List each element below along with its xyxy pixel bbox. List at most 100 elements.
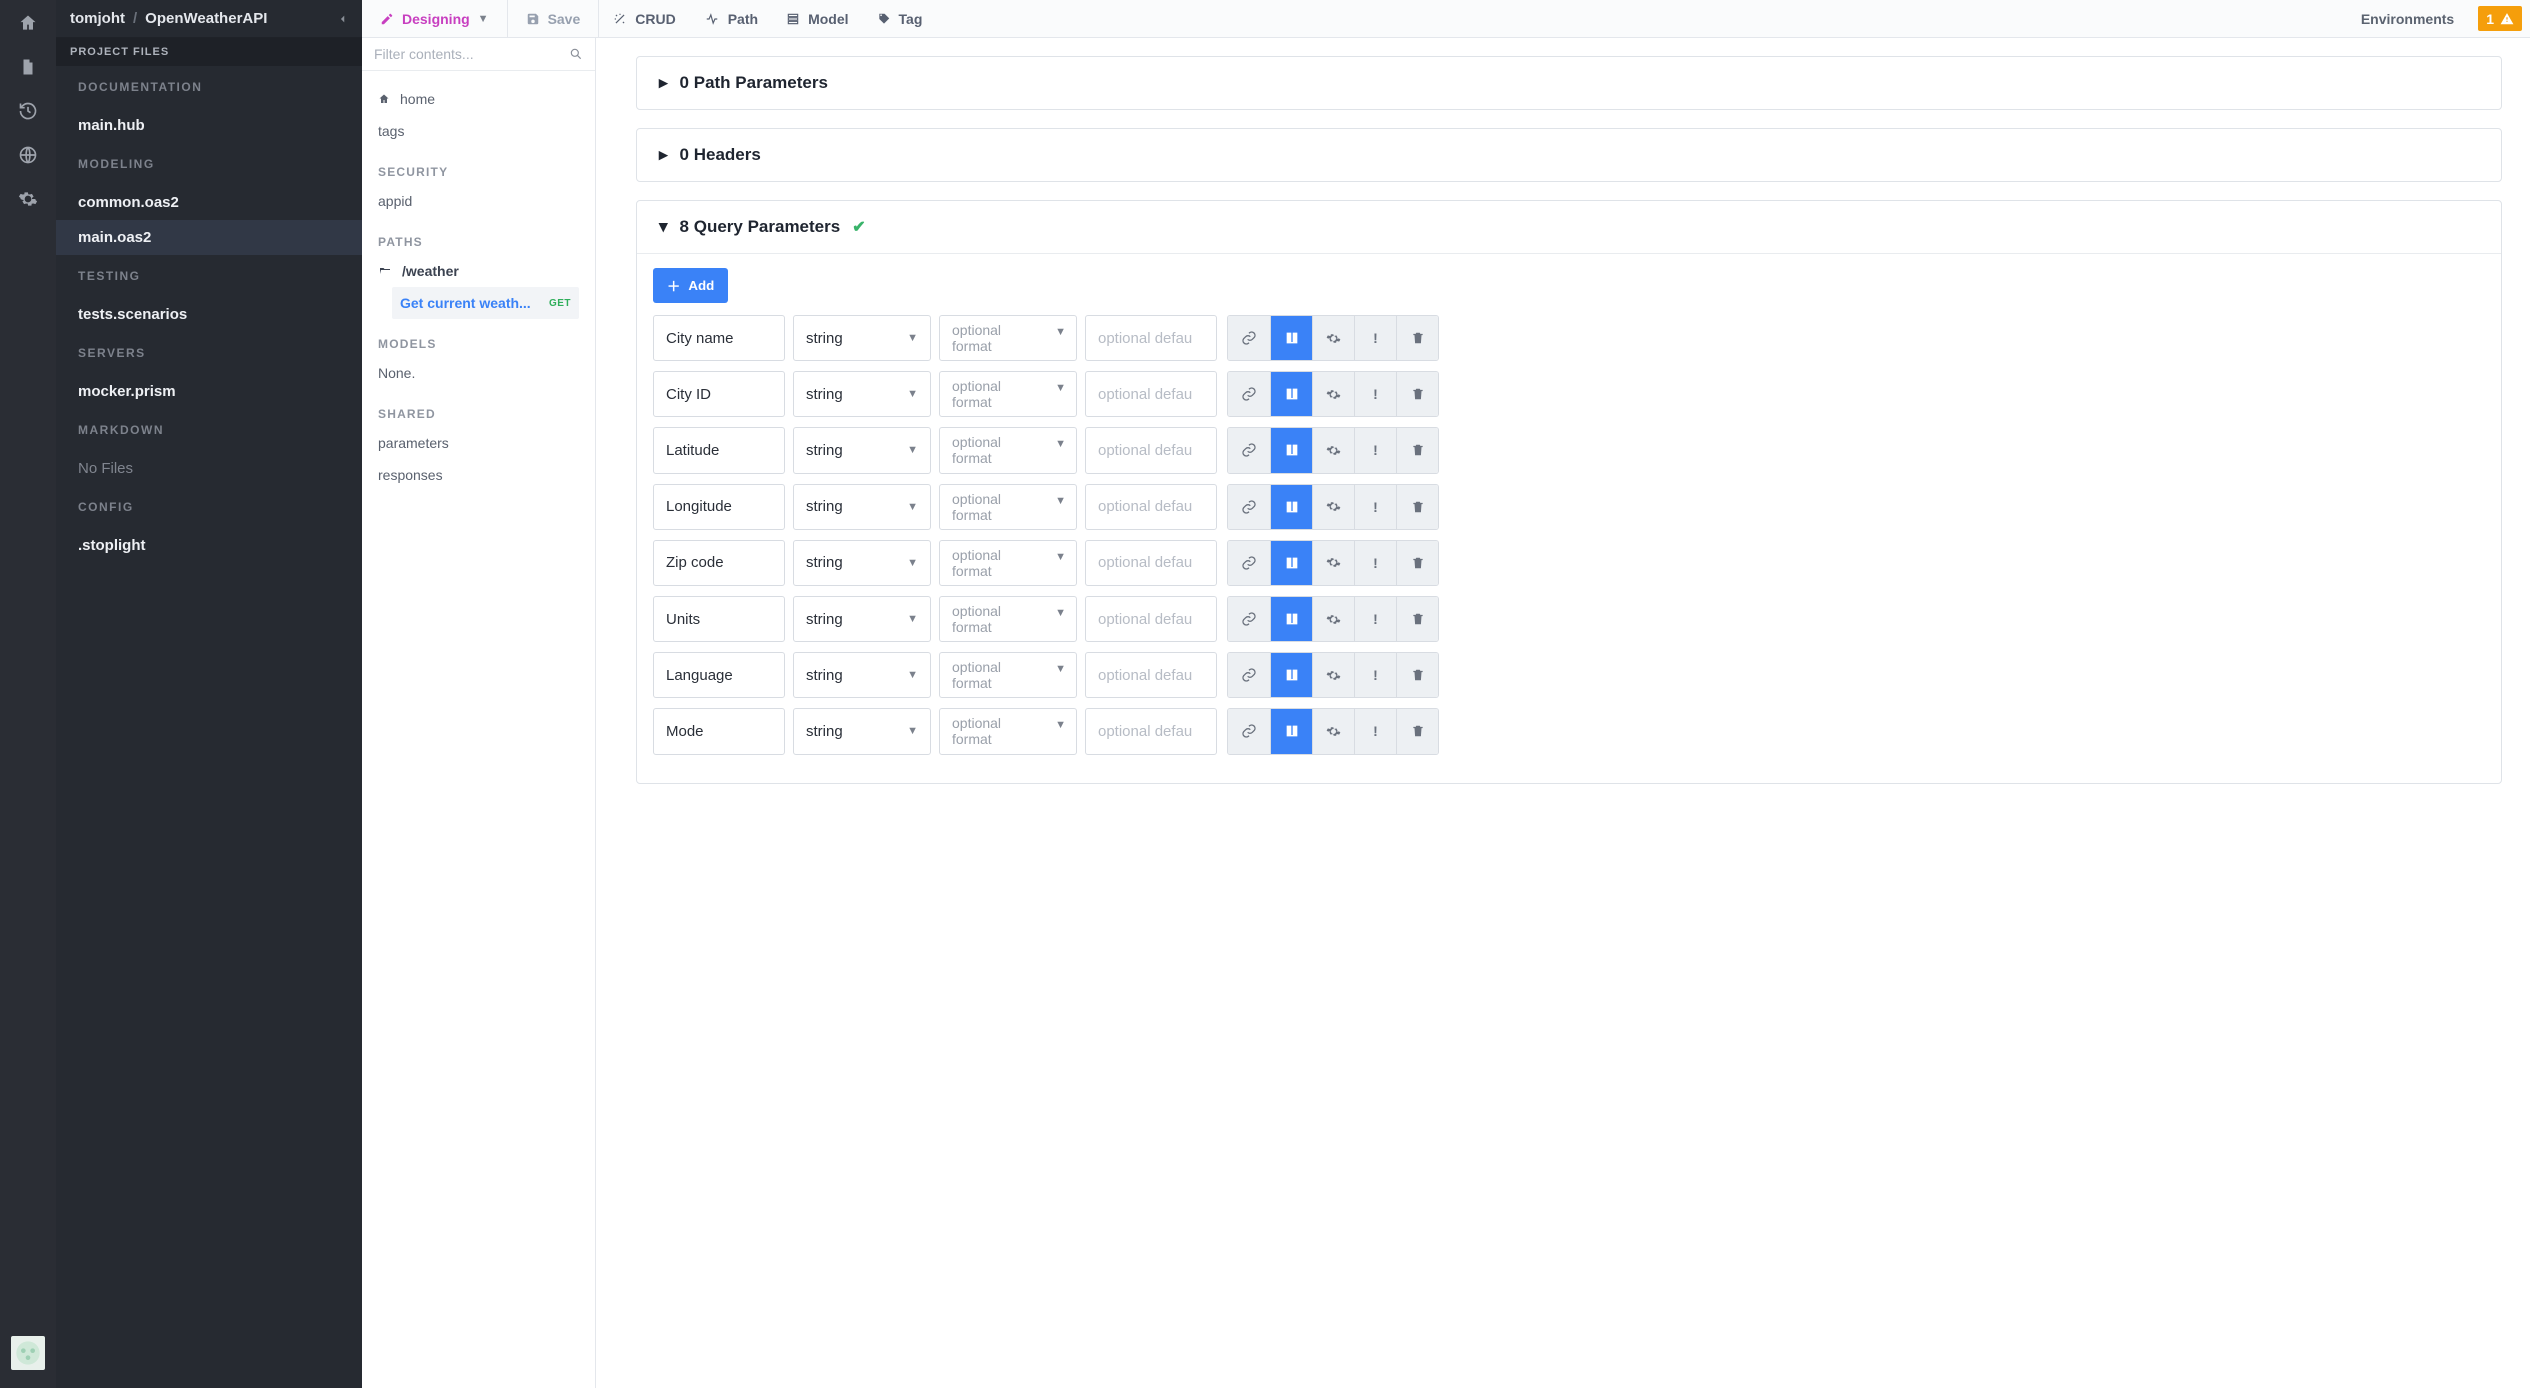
param-name-input[interactable] xyxy=(653,540,785,586)
sidebar-item[interactable]: tests.scenarios xyxy=(56,297,362,332)
book-icon[interactable] xyxy=(1270,653,1312,697)
book-icon[interactable] xyxy=(1270,485,1312,529)
filter-input[interactable] xyxy=(374,46,569,62)
link-icon[interactable] xyxy=(1228,428,1270,472)
crud-button[interactable]: CRUD xyxy=(599,0,689,37)
trash-icon[interactable] xyxy=(1396,316,1438,360)
home-icon[interactable] xyxy=(17,12,39,34)
tag-button[interactable]: Tag xyxy=(863,0,937,37)
contents-home[interactable]: home xyxy=(378,83,579,115)
sidebar-item[interactable]: common.oas2 xyxy=(56,185,362,220)
book-icon[interactable] xyxy=(1270,597,1312,641)
param-default-input[interactable] xyxy=(1085,652,1217,698)
link-icon[interactable] xyxy=(1228,541,1270,585)
sidebar-item[interactable]: main.oas2 xyxy=(56,220,362,255)
param-format-select[interactable]: optional format ▼ xyxy=(939,540,1077,586)
param-type-select[interactable]: string ▼ xyxy=(793,484,931,530)
gear-icon[interactable] xyxy=(1312,485,1354,529)
param-name-input[interactable] xyxy=(653,596,785,642)
collapse-sidebar-icon[interactable] xyxy=(338,13,348,25)
param-default-input[interactable] xyxy=(1085,540,1217,586)
gear-icon[interactable] xyxy=(17,188,39,210)
book-icon[interactable] xyxy=(1270,541,1312,585)
breadcrumb[interactable]: tomjoht / OpenWeatherAPI xyxy=(56,0,362,38)
sidebar-item[interactable]: main.hub xyxy=(56,108,362,143)
link-icon[interactable] xyxy=(1228,653,1270,697)
endpoint-item[interactable]: Get current weath... GET xyxy=(392,287,579,319)
warning-badge[interactable]: 1 xyxy=(2478,6,2522,31)
param-default-input[interactable] xyxy=(1085,315,1217,361)
required-icon[interactable]: ! xyxy=(1354,372,1396,416)
trash-icon[interactable] xyxy=(1396,428,1438,472)
param-type-select[interactable]: string ▼ xyxy=(793,427,931,473)
path-button[interactable]: Path xyxy=(690,0,772,37)
path-parameters-header[interactable]: ▸ 0 Path Parameters xyxy=(637,57,2501,109)
param-format-select[interactable]: optional format ▼ xyxy=(939,315,1077,361)
param-format-select[interactable]: optional format ▼ xyxy=(939,596,1077,642)
param-default-input[interactable] xyxy=(1085,427,1217,473)
trash-icon[interactable] xyxy=(1396,653,1438,697)
save-button[interactable]: Save xyxy=(508,0,600,37)
designing-button[interactable]: Designing ▼ xyxy=(362,0,508,37)
param-type-select[interactable]: string ▼ xyxy=(793,540,931,586)
trash-icon[interactable] xyxy=(1396,372,1438,416)
param-name-input[interactable] xyxy=(653,484,785,530)
required-icon[interactable]: ! xyxy=(1354,316,1396,360)
gear-icon[interactable] xyxy=(1312,709,1354,753)
link-icon[interactable] xyxy=(1228,597,1270,641)
trash-icon[interactable] xyxy=(1396,597,1438,641)
environments-button[interactable]: Environments xyxy=(2345,0,2470,37)
trash-icon[interactable] xyxy=(1396,709,1438,753)
file-icon[interactable] xyxy=(17,56,39,78)
history-icon[interactable] xyxy=(17,100,39,122)
param-format-select[interactable]: optional format ▼ xyxy=(939,427,1077,473)
trash-icon[interactable] xyxy=(1396,541,1438,585)
book-icon[interactable] xyxy=(1270,316,1312,360)
param-type-select[interactable]: string ▼ xyxy=(793,596,931,642)
link-icon[interactable] xyxy=(1228,485,1270,529)
param-type-select[interactable]: string ▼ xyxy=(793,652,931,698)
param-default-input[interactable] xyxy=(1085,596,1217,642)
required-icon[interactable]: ! xyxy=(1354,709,1396,753)
param-type-select[interactable]: string ▼ xyxy=(793,708,931,754)
search-icon[interactable] xyxy=(569,47,583,61)
gear-icon[interactable] xyxy=(1312,653,1354,697)
model-button[interactable]: Model xyxy=(772,0,862,37)
required-icon[interactable]: ! xyxy=(1354,541,1396,585)
gear-icon[interactable] xyxy=(1312,597,1354,641)
param-format-select[interactable]: optional format ▼ xyxy=(939,484,1077,530)
trash-icon[interactable] xyxy=(1396,485,1438,529)
param-type-select[interactable]: string ▼ xyxy=(793,371,931,417)
param-default-input[interactable] xyxy=(1085,484,1217,530)
sidebar-item[interactable]: .stoplight xyxy=(56,528,362,563)
param-default-input[interactable] xyxy=(1085,371,1217,417)
gear-icon[interactable] xyxy=(1312,541,1354,585)
gear-icon[interactable] xyxy=(1312,316,1354,360)
required-icon[interactable]: ! xyxy=(1354,653,1396,697)
param-format-select[interactable]: optional format ▼ xyxy=(939,708,1077,754)
sidebar-item[interactable]: mocker.prism xyxy=(56,374,362,409)
gear-icon[interactable] xyxy=(1312,372,1354,416)
param-default-input[interactable] xyxy=(1085,708,1217,754)
param-format-select[interactable]: optional format ▼ xyxy=(939,371,1077,417)
query-parameters-header[interactable]: ▾ 8 Query Parameters ✔ xyxy=(637,201,2501,254)
param-format-select[interactable]: optional format ▼ xyxy=(939,652,1077,698)
param-name-input[interactable] xyxy=(653,371,785,417)
add-parameter-button[interactable]: ＋ Add xyxy=(653,268,728,303)
param-name-input[interactable] xyxy=(653,708,785,754)
link-icon[interactable] xyxy=(1228,709,1270,753)
required-icon[interactable]: ! xyxy=(1354,485,1396,529)
link-icon[interactable] xyxy=(1228,372,1270,416)
book-icon[interactable] xyxy=(1270,372,1312,416)
path-folder[interactable]: /weather xyxy=(378,255,579,287)
avatar[interactable] xyxy=(11,1336,45,1370)
globe-icon[interactable] xyxy=(17,144,39,166)
contents-tags[interactable]: tags xyxy=(378,115,579,147)
required-icon[interactable]: ! xyxy=(1354,428,1396,472)
shared-parameters[interactable]: parameters xyxy=(378,427,579,459)
security-item[interactable]: appid xyxy=(378,185,579,217)
param-name-input[interactable] xyxy=(653,315,785,361)
required-icon[interactable]: ! xyxy=(1354,597,1396,641)
link-icon[interactable] xyxy=(1228,316,1270,360)
param-type-select[interactable]: string ▼ xyxy=(793,315,931,361)
